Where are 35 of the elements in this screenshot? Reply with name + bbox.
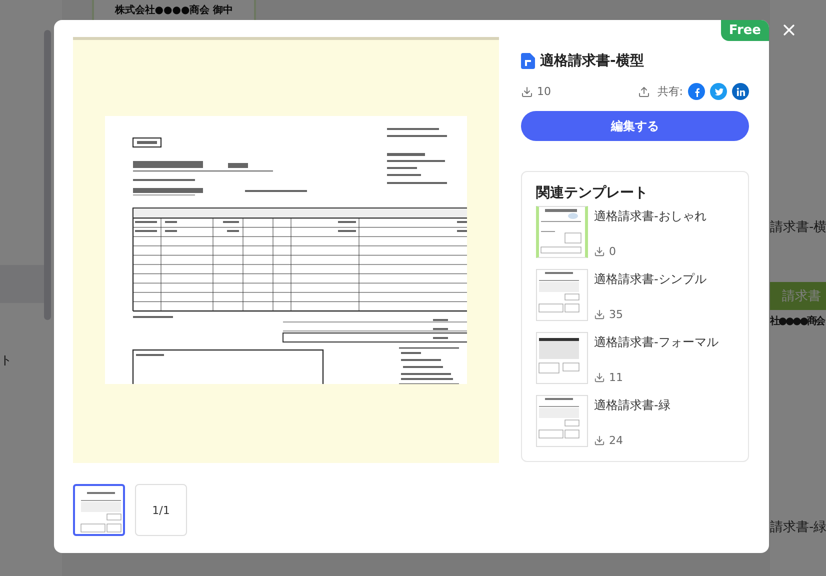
template-caption: 社●●●●商会 bbox=[770, 314, 824, 328]
template-link[interactable]: 適格請求書-フォーマル bbox=[594, 334, 718, 351]
free-badge: Free bbox=[720, 20, 769, 41]
download-count: 35 bbox=[609, 308, 623, 321]
menu-highlight bbox=[0, 265, 44, 303]
template-link[interactable]: 適格請求書-緑 bbox=[594, 397, 670, 414]
share-label: 共有: bbox=[657, 84, 683, 99]
edit-button[interactable]: 編集する bbox=[521, 111, 749, 141]
section-heading: 関連テンプレート bbox=[536, 184, 649, 202]
download-icon bbox=[594, 435, 605, 446]
download-icon bbox=[594, 246, 605, 257]
download-icon bbox=[594, 372, 605, 383]
scrollbar[interactable] bbox=[44, 30, 51, 320]
download-count: 24 bbox=[609, 434, 623, 447]
download-icon bbox=[521, 86, 533, 98]
twitter-icon[interactable] bbox=[710, 83, 727, 100]
template-link[interactable]: 適格請求書-おしゃれ bbox=[594, 208, 706, 225]
template-caption: 株式会社●●●●商会 御中 bbox=[114, 3, 234, 17]
download-count: 11 bbox=[609, 371, 623, 384]
download-count: 10 bbox=[537, 85, 551, 98]
template-thumbnail-drawing bbox=[539, 207, 583, 255]
linkedin-icon[interactable] bbox=[732, 83, 749, 100]
template-title: 請求書-横 bbox=[770, 219, 826, 236]
download-icon bbox=[594, 309, 605, 320]
download-count: 0 bbox=[609, 245, 616, 258]
template-title: 適格請求書-横型 bbox=[540, 52, 644, 70]
menu-text-fragment: ト bbox=[0, 352, 13, 369]
template-title: 請求書-緑 bbox=[770, 519, 826, 536]
page-thumbnail[interactable] bbox=[73, 484, 125, 536]
share-icon bbox=[638, 86, 650, 98]
page-counter: 1/1 bbox=[135, 484, 187, 536]
template-link[interactable]: 適格請求書-シンプル bbox=[594, 271, 706, 288]
template-header-bar: 請求書 bbox=[770, 282, 826, 310]
document-icon bbox=[521, 53, 535, 69]
facebook-icon[interactable] bbox=[688, 83, 705, 100]
